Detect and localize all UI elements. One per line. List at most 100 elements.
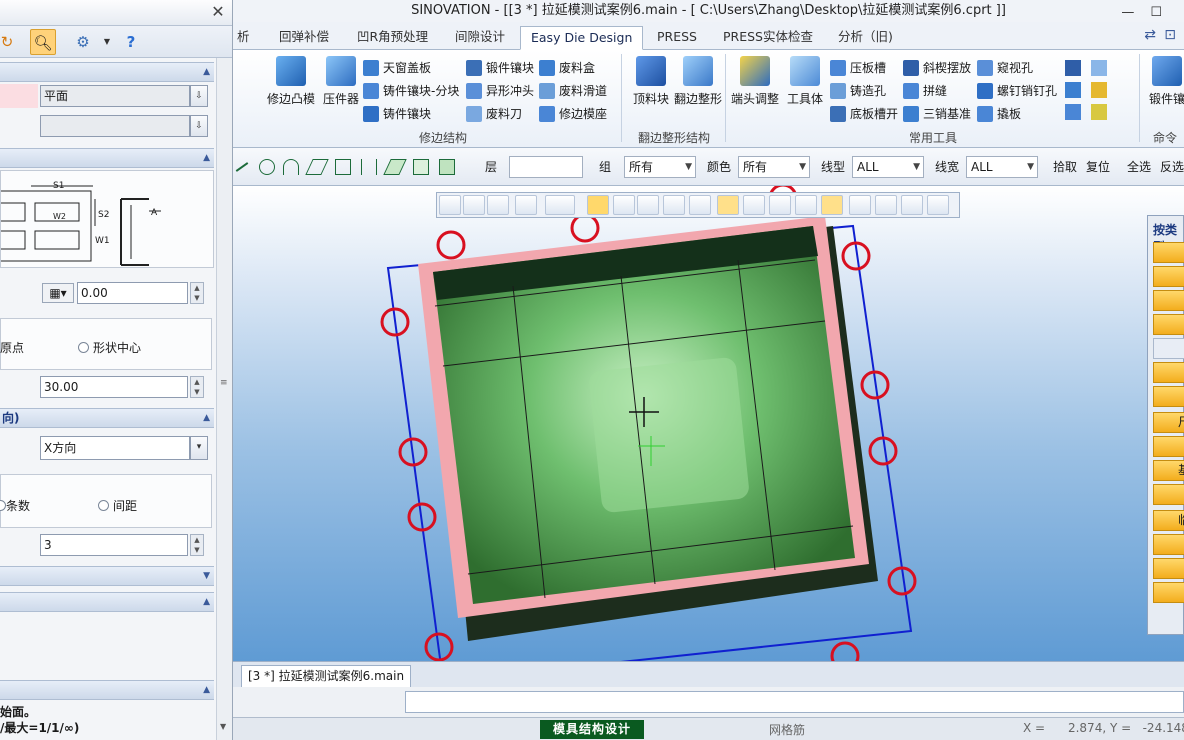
filter-button[interactable] bbox=[1153, 484, 1184, 505]
group-select[interactable]: 所有 ▼ bbox=[624, 156, 696, 178]
settings-view-icon[interactable] bbox=[927, 195, 949, 215]
solid-tool-icon[interactable] bbox=[439, 159, 455, 175]
pan-icon[interactable] bbox=[515, 195, 537, 215]
close-icon[interactable]: ✕ bbox=[209, 3, 227, 21]
forged-insert-button[interactable]: 锻件镶块 bbox=[466, 58, 534, 78]
tab-concave-r[interactable]: 凹R角预处理 bbox=[347, 26, 438, 50]
layer-input[interactable] bbox=[509, 156, 583, 178]
filter-button[interactable] bbox=[1153, 436, 1184, 457]
plane-tool-icon[interactable] bbox=[383, 159, 407, 175]
section-header-2[interactable]: ▲ bbox=[0, 148, 214, 168]
filter-button[interactable] bbox=[1153, 582, 1184, 603]
filter-button[interactable] bbox=[1153, 558, 1184, 579]
parallelogram-tool-icon[interactable] bbox=[305, 159, 329, 175]
tool-body-button[interactable]: 工具体 bbox=[781, 54, 829, 124]
shaded-view-icon[interactable] bbox=[717, 195, 739, 215]
gear-icon[interactable]: ⚙ bbox=[70, 29, 96, 55]
filter-button[interactable] bbox=[1153, 266, 1184, 287]
cast-insert-split-button[interactable]: 铸件镶块-分块 bbox=[363, 81, 459, 101]
tab-analysis-old[interactable]: 分析（旧) bbox=[828, 26, 903, 50]
3d-viewport[interactable] bbox=[233, 186, 1184, 661]
window-menu-icon[interactable]: ⊡ bbox=[1164, 27, 1176, 43]
iso-view-icon[interactable] bbox=[795, 195, 817, 215]
angle-input[interactable]: 0.00 bbox=[77, 282, 188, 304]
multi-light-icon[interactable] bbox=[663, 195, 685, 215]
layout-icon[interactable]: ⇄ bbox=[1144, 27, 1156, 43]
three-pin-datum-button[interactable]: 三销基准 bbox=[903, 104, 971, 124]
help-icon[interactable]: ? bbox=[118, 29, 144, 55]
shape-center-radio[interactable] bbox=[78, 342, 89, 353]
direction-dropdown-button[interactable]: ▾ bbox=[190, 436, 208, 460]
light-bulb-off-icon[interactable] bbox=[637, 195, 659, 215]
filter-button[interactable] bbox=[1153, 290, 1184, 311]
scroll-down-icon[interactable]: ▼ bbox=[220, 722, 226, 731]
scrap-chute-button[interactable]: 废料滑道 bbox=[539, 81, 607, 101]
plane-dropdown-button[interactable]: ⇩ bbox=[190, 85, 208, 107]
reference-dropdown-button[interactable]: ⇩ bbox=[190, 115, 208, 137]
filter-button[interactable] bbox=[1153, 242, 1184, 263]
magnifier-icon[interactable]: 🔍︎ bbox=[30, 29, 56, 55]
tab-press-solid-check[interactable]: PRESS实体检查 bbox=[713, 26, 823, 50]
filter-button[interactable] bbox=[1153, 534, 1184, 555]
tab-easy-die-design[interactable]: Easy Die Design bbox=[520, 26, 644, 50]
section-header-4[interactable]: ▲ bbox=[0, 592, 214, 612]
linetype-select[interactable]: ALL ▼ bbox=[852, 156, 924, 178]
trim-die-base-button[interactable]: 修边模座 bbox=[539, 104, 607, 124]
flange-restrike-button[interactable]: 翻边整形 bbox=[673, 54, 723, 124]
command-input[interactable] bbox=[405, 691, 1184, 713]
light-group-icon[interactable] bbox=[689, 195, 711, 215]
casting-hole-button[interactable]: 铸造孔 bbox=[830, 81, 886, 101]
filter-button[interactable] bbox=[1153, 362, 1184, 383]
light-bulb-icon[interactable] bbox=[613, 195, 635, 215]
clamp-slot-button[interactable]: 压板槽 bbox=[830, 58, 886, 78]
invert-selection-button[interactable]: 反选 bbox=[1160, 159, 1184, 175]
document-tab[interactable]: [3 *] 拉延模测试案例6.main bbox=[241, 665, 412, 687]
tab-springback[interactable]: 回弹补偿 bbox=[269, 26, 339, 50]
horizontal-dim-icon[interactable] bbox=[875, 195, 897, 215]
pressure-pad-button[interactable]: 压件器 bbox=[317, 54, 365, 124]
parts-icon[interactable] bbox=[1091, 60, 1107, 76]
filter-button[interactable] bbox=[1153, 338, 1184, 359]
select-all-button[interactable]: 全选 bbox=[1127, 159, 1151, 175]
ejector-block-button[interactable]: 顶料块 bbox=[627, 54, 675, 124]
wireframe-view-icon[interactable] bbox=[743, 195, 765, 215]
linewidth-select[interactable]: ALL ▼ bbox=[966, 156, 1038, 178]
peep-hole-button[interactable]: 窥视孔 bbox=[977, 58, 1033, 78]
window-controls[interactable]: —☐ bbox=[1121, 2, 1178, 24]
zoom-window-icon[interactable] bbox=[439, 195, 461, 215]
box-tool-icon[interactable] bbox=[335, 159, 351, 175]
scrap-cutter-button[interactable]: 废料刀 bbox=[466, 104, 522, 124]
seam-button[interactable]: 拼缝 bbox=[903, 81, 947, 101]
spring-icon[interactable] bbox=[1091, 104, 1107, 120]
distance-input[interactable]: 30.00 bbox=[40, 376, 188, 398]
panel-scrollbar[interactable]: ≡ ▼ bbox=[216, 58, 232, 740]
undo-icon[interactable]: ↻ bbox=[0, 29, 20, 55]
shaded-edge-icon[interactable] bbox=[821, 195, 843, 215]
prompt-section-header[interactable]: ▲ bbox=[0, 680, 214, 700]
distance-spinner[interactable]: ▲ ▼ bbox=[190, 376, 204, 398]
section-header-collapsed[interactable]: ▼ bbox=[0, 566, 214, 586]
circle-tool-icon[interactable] bbox=[259, 159, 275, 175]
arc-tool-icon[interactable] bbox=[283, 159, 299, 175]
cube-icon[interactable] bbox=[1065, 60, 1081, 76]
zoom-in-icon[interactable] bbox=[487, 195, 509, 215]
plane-select[interactable]: 平面 bbox=[40, 85, 190, 107]
spacing-radio[interactable] bbox=[98, 500, 109, 511]
direction-section-header[interactable]: 向) ▲ bbox=[0, 408, 214, 428]
wedge-icon[interactable] bbox=[1065, 82, 1081, 98]
line-tool-icon[interactable] bbox=[235, 162, 249, 172]
scrap-box-button[interactable]: 废料盒 bbox=[539, 58, 595, 78]
color-select[interactable]: 所有 ▼ bbox=[738, 156, 810, 178]
type-filter-icon[interactable] bbox=[587, 195, 609, 215]
dimension-tool-icon[interactable] bbox=[361, 159, 377, 175]
filter-button[interactable] bbox=[1153, 314, 1184, 335]
screw-pin-hole-button[interactable]: 螺钉销钉孔 bbox=[977, 81, 1057, 101]
trim-punch-button[interactable]: 修边凸模 bbox=[263, 54, 319, 124]
tab-press[interactable]: PRESS bbox=[647, 26, 707, 50]
reference-select[interactable] bbox=[40, 115, 190, 137]
skylight-cover-button[interactable]: 天窗盖板 bbox=[363, 58, 431, 78]
base-slot-button[interactable]: 底板槽开 bbox=[830, 104, 898, 124]
filter-button-dimension[interactable]: 尺 bbox=[1153, 412, 1184, 433]
render-mode-icon[interactable] bbox=[545, 195, 575, 215]
forged-insert-big-button[interactable]: 锻件镶 bbox=[1143, 54, 1184, 124]
